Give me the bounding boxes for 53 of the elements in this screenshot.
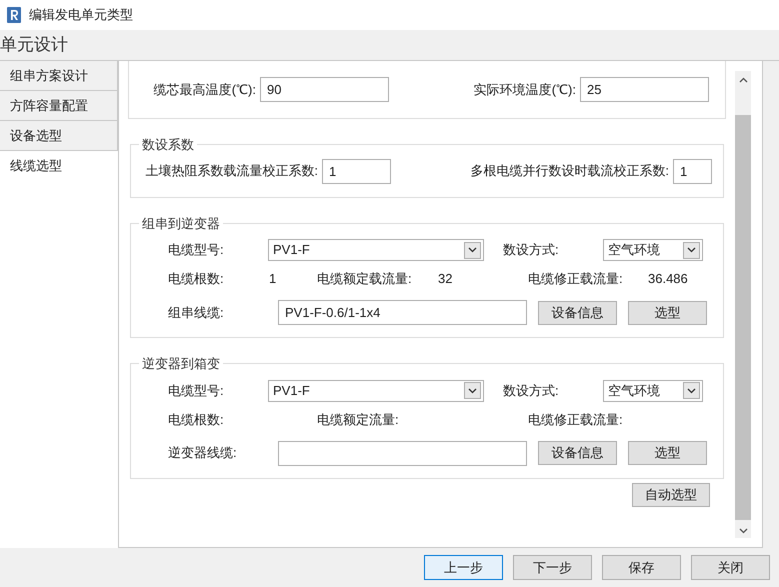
button[interactable]: 选型 <box>628 441 707 465</box>
field-label: 逆变器线缆: <box>168 444 238 462</box>
field-label: 多根电缆并行数设时载流校正系数: <box>469 162 670 180</box>
button[interactable]: 保存 <box>602 555 681 580</box>
field-value: 32 <box>438 271 452 286</box>
field-label: 土壤热阻系数载流量校正系数: <box>144 162 319 180</box>
button[interactable]: 自动选型 <box>632 482 710 506</box>
input-field[interactable]: 25 <box>580 77 709 102</box>
tab[interactable]: 设备选型 <box>0 121 118 151</box>
button[interactable]: 关闭 <box>691 555 770 580</box>
field-label: 实际环境温度(℃): <box>472 80 577 99</box>
chevron-down-icon[interactable] <box>738 528 748 534</box>
input-field[interactable]: 1 <box>322 158 391 184</box>
dropdown[interactable]: PV1-F <box>268 239 484 261</box>
chevron-down-icon <box>687 247 696 253</box>
button[interactable]: 下一步 <box>513 555 592 580</box>
dropdown[interactable]: 空气环境 <box>603 239 703 261</box>
field-label: 电缆型号: <box>168 382 225 400</box>
chevron-up-icon[interactable] <box>738 77 748 83</box>
button[interactable]: 设备信息 <box>538 441 617 465</box>
field-label: 缆芯最高温度(℃): <box>152 80 257 99</box>
button[interactable]: 选型 <box>628 300 707 324</box>
input-field[interactable]: PV1-F-0.6/1-1x4 <box>278 300 527 325</box>
app-logo-icon <box>7 7 21 23</box>
chevron-down-icon <box>468 388 477 394</box>
field-label: 电缆额定载流量: <box>317 270 413 288</box>
field-label: 电缆型号: <box>168 241 225 260</box>
page-heading: 单元设计 <box>0 34 68 56</box>
field-label: 组串线缆: <box>168 304 225 322</box>
field-label: 电缆根数: <box>168 410 225 429</box>
tab[interactable]: 组串方案设计 <box>0 61 118 91</box>
input-field[interactable] <box>278 440 527 466</box>
group-title: 组串到逆变器 <box>141 214 221 232</box>
input-field[interactable]: 90 <box>260 77 389 102</box>
window-title: 编辑发电单元类型 <box>29 6 133 24</box>
input-field[interactable]: 1 <box>673 158 712 184</box>
chevron-down-icon <box>687 388 696 394</box>
field-label: 电缆修正载流量: <box>528 270 624 288</box>
field-label: 电缆额定流量: <box>317 410 400 429</box>
field-label: 电缆修正载流量: <box>528 410 624 429</box>
field-value: 1 <box>269 271 276 286</box>
group-title: 数设系数 <box>141 136 195 154</box>
field-label: 电缆根数: <box>168 270 225 288</box>
field-label: 数设方式: <box>503 241 560 260</box>
chevron-down-icon <box>468 247 477 253</box>
field-label: 数设方式: <box>503 382 560 400</box>
dropdown[interactable]: 空气环境 <box>603 380 703 402</box>
field-value: 36.486 <box>648 270 688 288</box>
tab[interactable]: 方阵容量配置 <box>0 91 118 121</box>
button[interactable]: 设备信息 <box>538 300 617 324</box>
button[interactable]: 上一步 <box>424 555 503 580</box>
group-title: 逆变器到箱变 <box>141 355 221 373</box>
dropdown[interactable]: PV1-F <box>268 380 484 402</box>
